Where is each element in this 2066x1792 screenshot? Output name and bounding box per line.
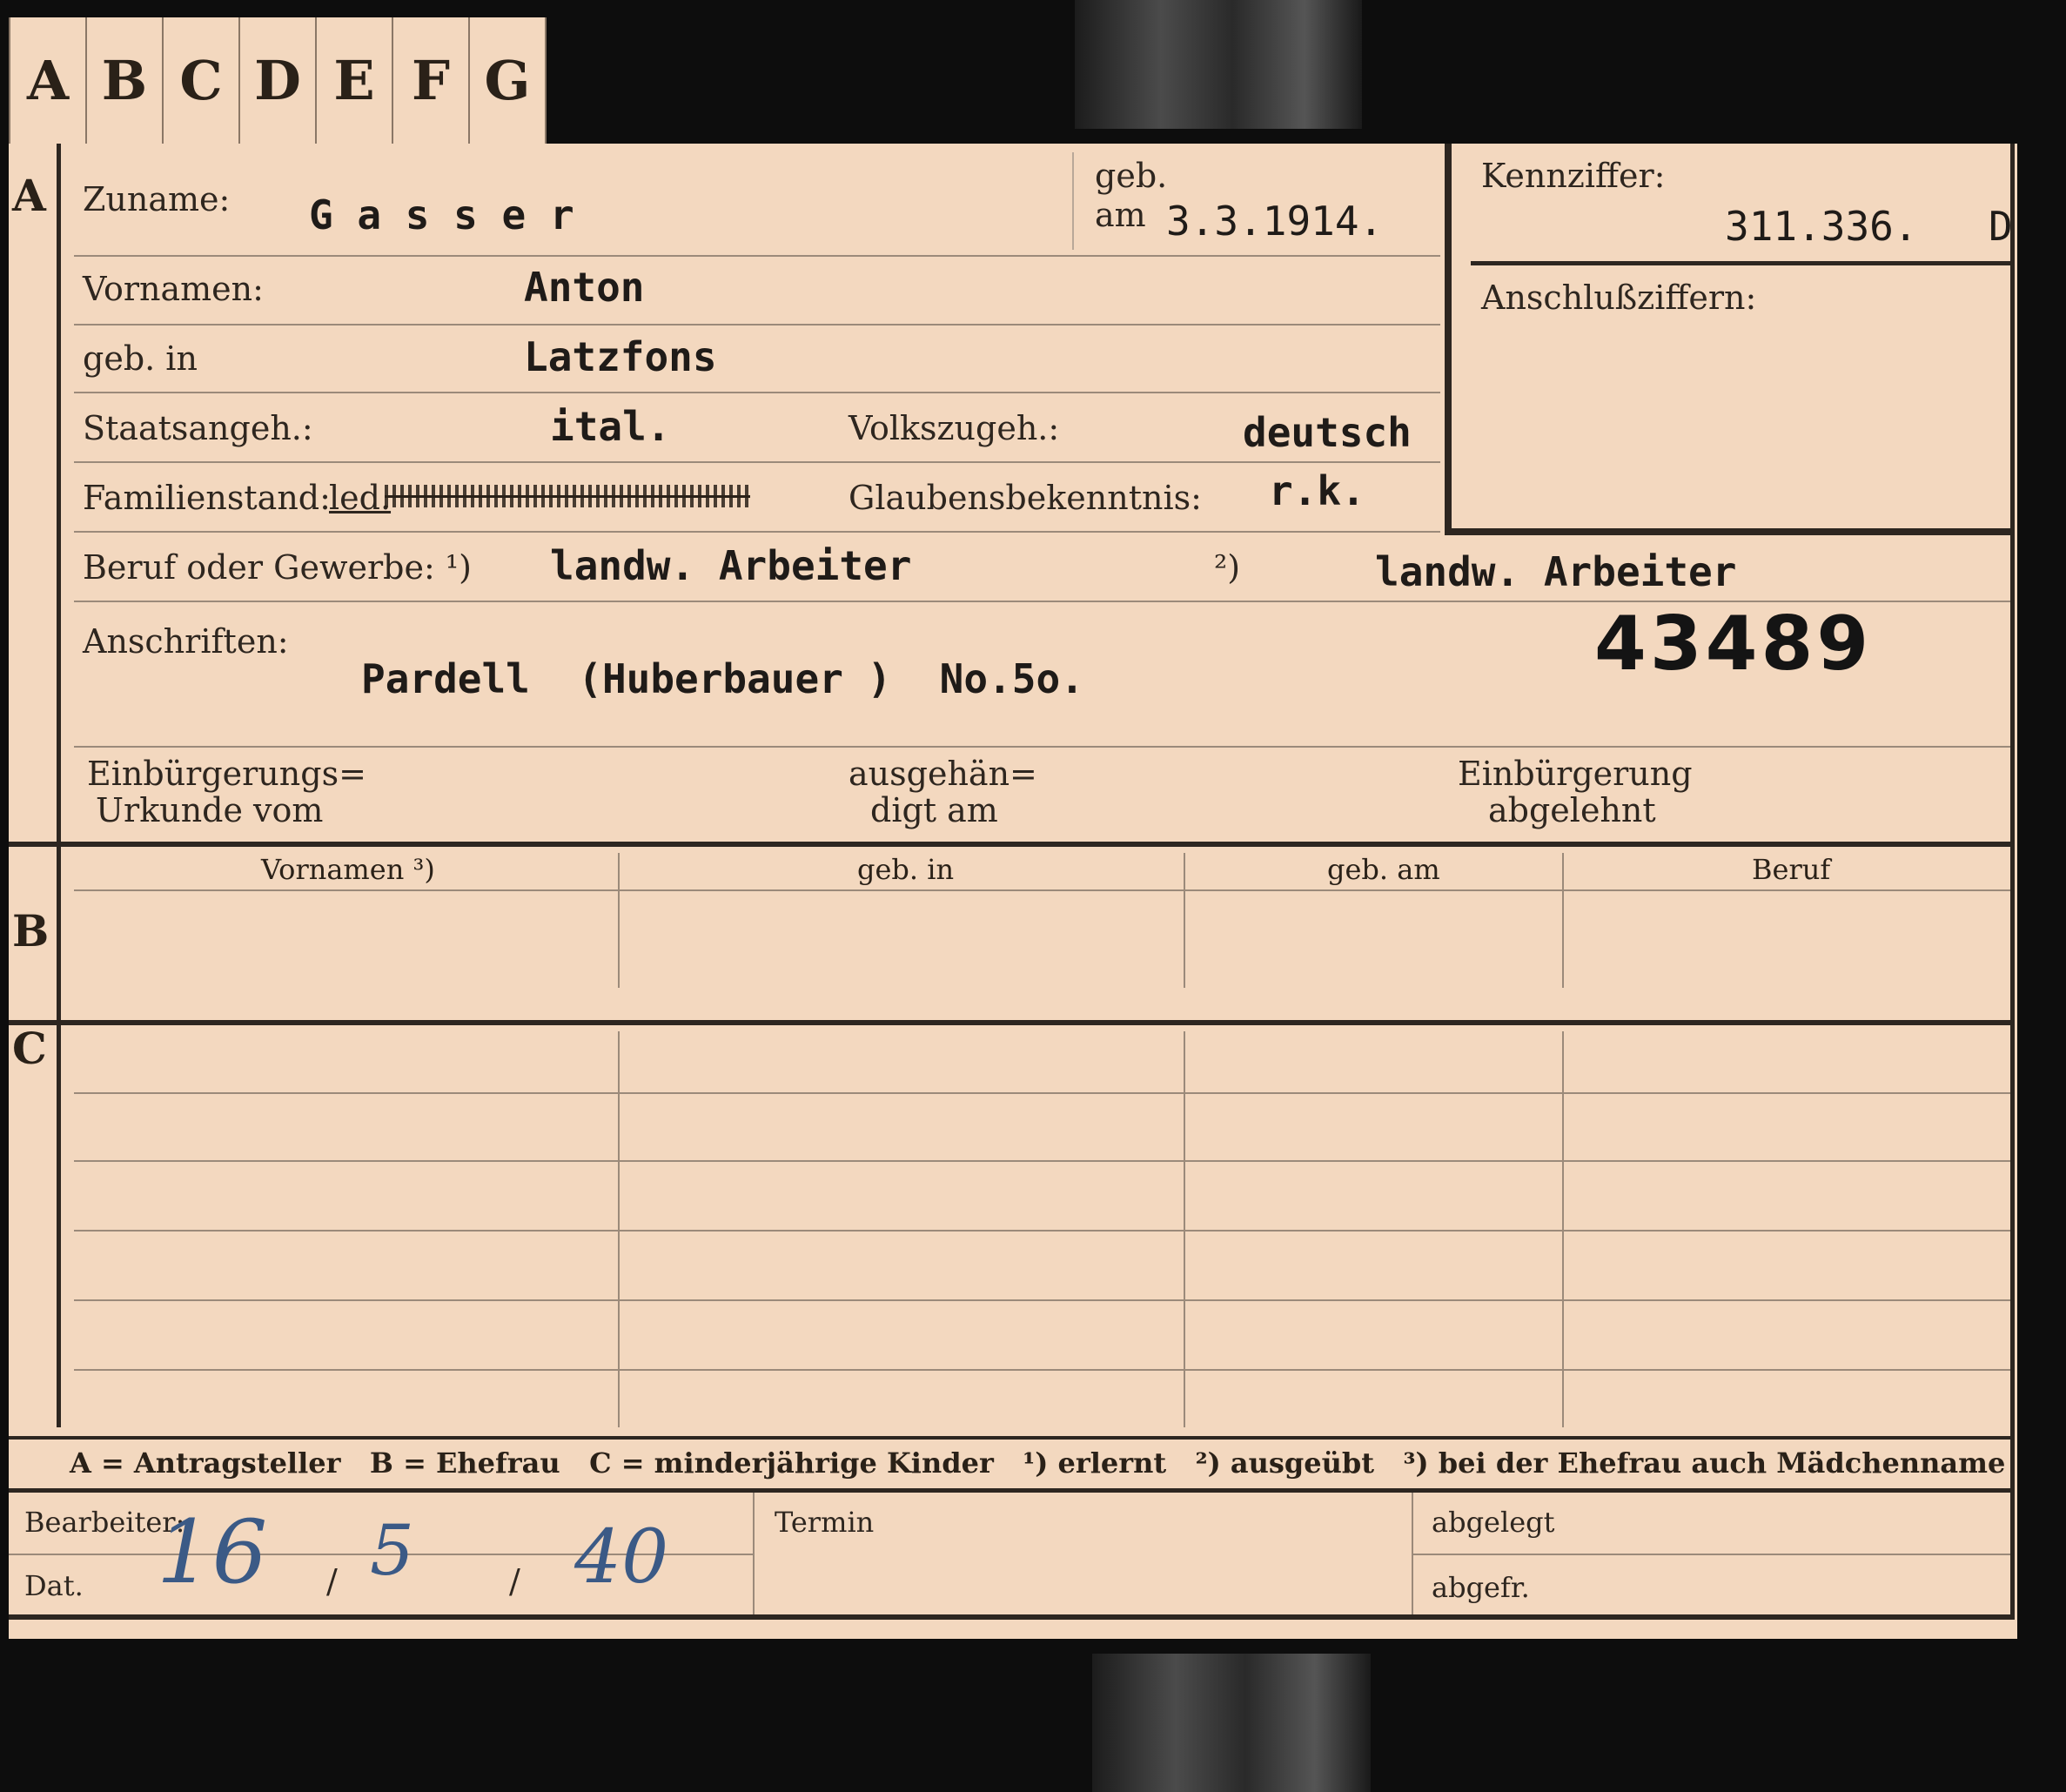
index-tab[interactable]: B <box>87 17 164 144</box>
geb-am-value: 3.3.1914. <box>1166 198 1384 245</box>
handwritten-day: 16 <box>157 1501 268 1603</box>
stamp-number: 43489 <box>1594 601 1873 688</box>
index-tab[interactable]: C <box>164 17 240 144</box>
familienstand-value: led. <box>329 479 392 517</box>
row-rule <box>74 1092 2010 1094</box>
index-tab[interactable]: A <box>9 17 87 144</box>
strike-line <box>385 495 750 498</box>
right-edge-rule <box>2010 144 2015 1620</box>
section-c-letter: C <box>12 1023 47 1074</box>
einbuergerungsurkunde-label-2: Urkunde vom <box>96 791 324 829</box>
row-rule <box>74 392 1440 393</box>
anschriften-label: Anschriften: <box>83 622 289 661</box>
handwritten-month: 5 <box>370 1510 414 1591</box>
registration-card: A B C Zuname: G a s s e r geb. am 3.3.19… <box>9 144 2017 1639</box>
einbuergerung-abgelehnt-label-2: abgelehnt <box>1488 791 1656 829</box>
row-rule <box>74 255 1440 257</box>
section-separator <box>9 842 2015 847</box>
binder-clip-bottom <box>1092 1654 1371 1792</box>
index-tab-strip: A B C D E F G <box>9 17 547 144</box>
staatsangeh-value: ital. <box>550 403 671 450</box>
binder-clip-top <box>1075 0 1362 129</box>
row-rule <box>74 1160 2010 1162</box>
abgefr-label: abgefr. <box>1432 1571 1530 1604</box>
kennziffer-box-bottom <box>1445 528 2015 535</box>
beruf-2-value: landw. Arbeiter <box>1375 548 1737 595</box>
column-header-geb-in: geb. in <box>857 853 955 886</box>
row-rule <box>74 324 1440 326</box>
zuname-value: G a s s e r <box>309 191 574 238</box>
legend-rule-top <box>9 1436 2015 1440</box>
geb-in-label: geb. in <box>83 339 198 378</box>
date-slash: / <box>326 1562 338 1601</box>
vornamen-label: Vornamen: <box>83 270 264 308</box>
footer-rule <box>1412 1554 2012 1555</box>
beruf-2-marker: ²) <box>1214 548 1241 587</box>
card-bottom-rule <box>9 1614 2015 1620</box>
einbuergerung-abgelehnt-label-1: Einbürgerung <box>1458 755 1693 793</box>
anschrift-value: Pardell (Huberbauer ) No.5o. <box>361 655 1084 702</box>
date-slash: / <box>509 1562 520 1601</box>
familienstand-label: Familienstand: <box>83 479 331 517</box>
kennziffer-suffix: D <box>1989 203 2013 250</box>
staatsangeh-label: Staatsangeh.: <box>83 409 313 447</box>
beruf-label: Beruf oder Gewerbe: ¹) <box>83 548 472 587</box>
volkszugeh-value: deutsch <box>1243 409 1412 456</box>
ausgehaendigt-label-2: digt am <box>870 791 998 829</box>
glaubensbekenntnis-label: Glaubensbekenntnis: <box>849 479 1202 517</box>
left-margin-rule <box>57 144 61 1427</box>
column-divider <box>1562 853 1564 988</box>
column-header-geb-am: geb. am <box>1327 853 1440 886</box>
column-header-vornamen: Vornamen ³) <box>261 853 435 886</box>
abgelegt-label: abgelegt <box>1432 1506 1555 1539</box>
kennziffer-divider <box>1471 261 2010 265</box>
kennziffer-value: 311.336. <box>1725 203 1918 250</box>
anschlussziffern-label: Anschlußziffern: <box>1481 279 1757 317</box>
handwritten-year: 40 <box>574 1514 669 1601</box>
geb-in-value: Latzfons <box>524 333 717 380</box>
row-rule <box>74 746 2010 748</box>
index-tab[interactable]: D <box>240 17 317 144</box>
kennziffer-box-left <box>1445 144 1452 535</box>
section-separator <box>9 1020 2015 1025</box>
kennziffer-label: Kennziffer: <box>1481 157 1666 195</box>
am-label: am <box>1095 196 1146 234</box>
termin-label: Termin <box>775 1506 875 1539</box>
index-tab[interactable]: E <box>317 17 393 144</box>
section-b-letter: B <box>12 905 50 956</box>
row-rule <box>74 1230 2010 1232</box>
geb-divider <box>1072 152 1074 250</box>
beruf-1-value: landw. Arbeiter <box>550 542 912 589</box>
column-header-beruf: Beruf <box>1752 853 1831 886</box>
legend-rule-bottom <box>9 1488 2015 1493</box>
row-rule <box>74 461 1440 463</box>
row-rule <box>74 1299 2010 1301</box>
row-rule <box>74 531 1440 533</box>
einbuergerungsurkunde-label-1: Einbürgerungs= <box>87 755 366 793</box>
header-rule <box>74 889 2010 891</box>
dat-label: Dat. <box>24 1569 84 1602</box>
geb-label: geb. <box>1095 157 1168 195</box>
row-rule <box>74 1369 2010 1371</box>
footer-divider <box>753 1493 755 1614</box>
index-tab[interactable]: F <box>393 17 470 144</box>
column-divider <box>1184 853 1185 988</box>
legend-text: A = Antragsteller B = Ehefrau C = minder… <box>70 1446 2006 1480</box>
ausgehaendigt-label-1: ausgehän= <box>849 755 1037 793</box>
volkszugeh-label: Volkszugeh.: <box>849 409 1060 447</box>
zuname-label: Zuname: <box>83 180 231 218</box>
glaubensbekenntnis-value: r.k. <box>1269 467 1365 514</box>
vornamen-value: Anton <box>524 264 645 311</box>
section-a-letter: A <box>12 170 46 221</box>
index-tab[interactable]: G <box>470 17 547 144</box>
column-divider <box>618 853 620 988</box>
